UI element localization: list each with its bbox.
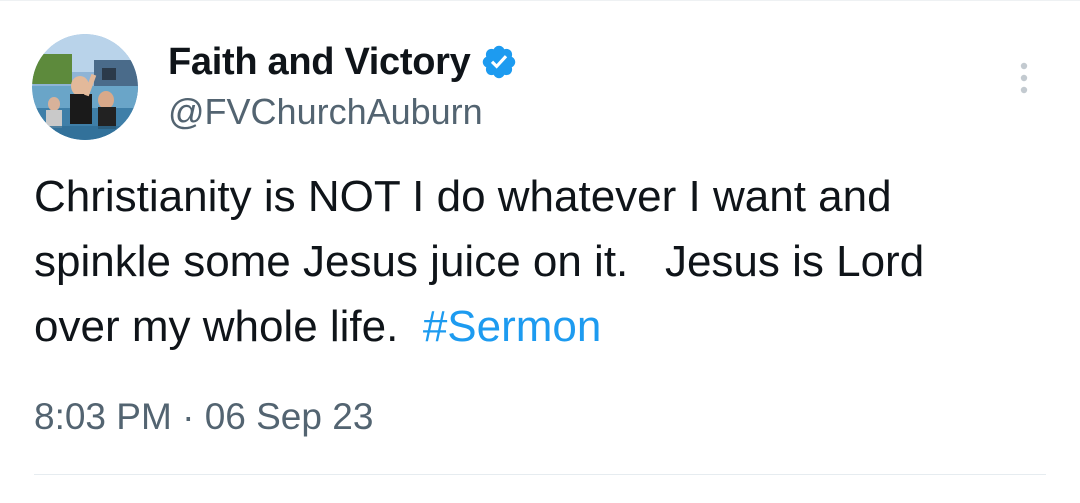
hashtag-link[interactable]: #Sermon [423,302,602,351]
name-row: Faith and Victory [168,38,518,86]
divider [34,474,1046,475]
more-options-button[interactable] [1012,58,1036,98]
display-name[interactable]: Faith and Victory [168,38,471,86]
tweet-time[interactable]: 8:03 PM [34,396,172,437]
tweet-timestamp: 8:03 PM · 06 Sep 23 [34,392,373,442]
meta-separator: · [182,396,195,437]
tweet-line-1: Christianity is NOT I do whatever I want… [34,172,892,221]
user-handle[interactable]: @FVChurchAuburn [168,88,518,136]
tweet-text: Christianity is NOT I do whatever I want… [34,164,1064,359]
avatar-image [32,34,138,140]
tweet-line-2: spinkle some Jesus juice on it. Jesus is… [34,237,925,286]
tweet-line-3: over my whole life. [34,302,423,351]
tweet-date[interactable]: 06 Sep 23 [205,396,374,437]
divider [0,0,1080,1]
tweet-header: Faith and Victory @FVChurchAuburn [168,38,518,136]
more-vertical-icon [1020,62,1028,94]
verified-badge-icon [480,43,518,81]
tweet-card: Faith and Victory @FVChurchAuburn Christ… [0,0,1080,503]
avatar[interactable] [32,34,138,140]
